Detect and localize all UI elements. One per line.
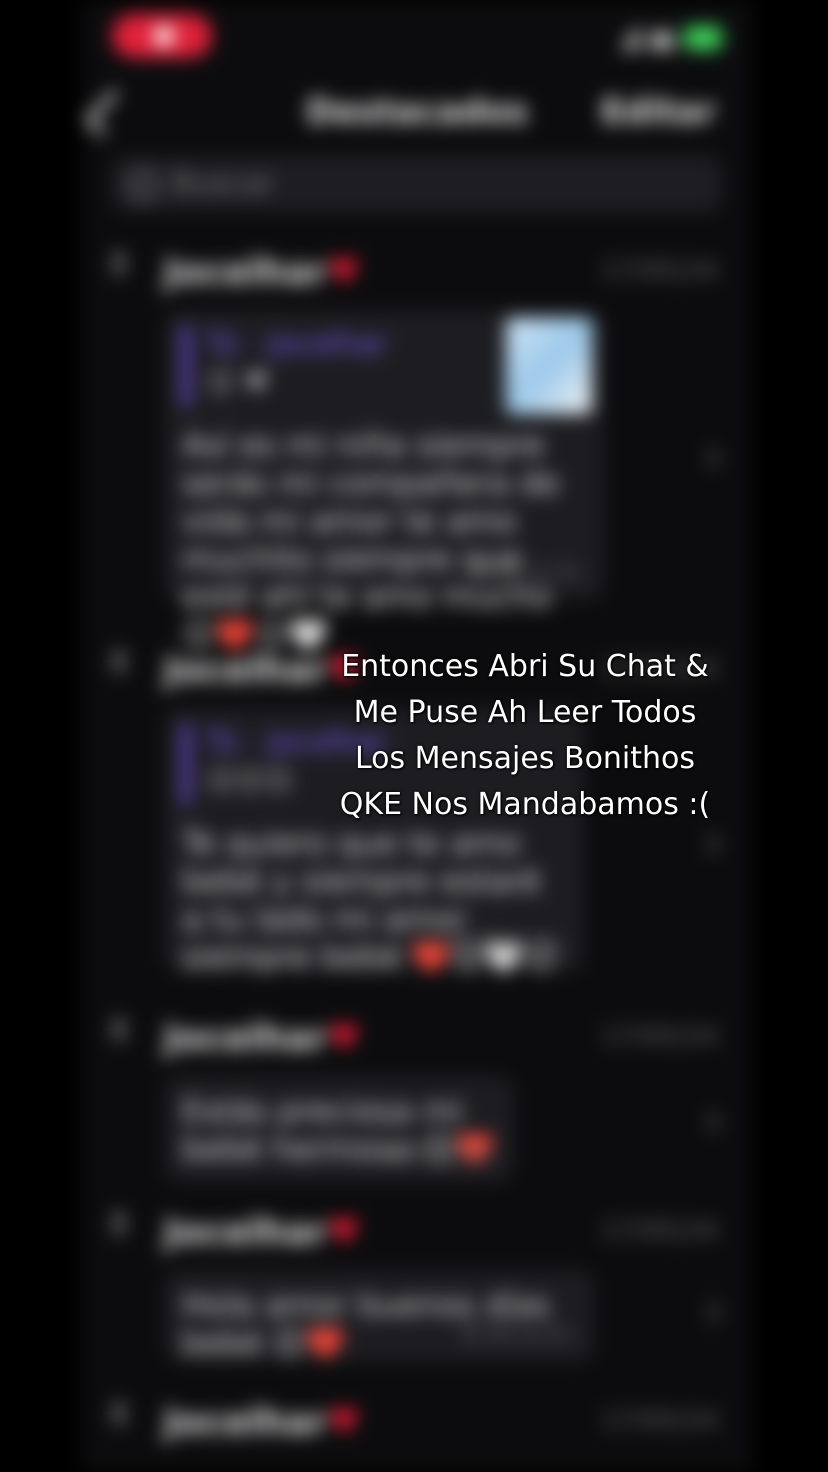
timestamp: 17/05/24 [601,1216,718,1246]
sender-name: Jocelhar [164,1402,328,1443]
heart-icon: ♥ [327,252,361,293]
battery-icon [684,26,722,50]
signal-icon [620,24,640,50]
pin-icon [108,252,130,282]
search-icon [128,169,158,200]
search-placeholder: Buscar [172,166,275,201]
chevron-right-icon [698,1110,722,1134]
message-time: 8:25 p.m. [380,1139,496,1167]
wifi-icon [650,30,674,50]
edit-button[interactable]: Editar [601,92,716,132]
pin-icon [108,1212,130,1242]
caption-line: Los Mensajes Bonithos [354,741,696,776]
message-time: 9:10 a.m. [461,1319,576,1347]
message-text: Así es mi niña siempre serás mi compañer… [182,426,560,654]
sender-name: Jocelhar [164,252,328,293]
heart-icon: ♥ [327,1402,361,1443]
message-time: 8:10 p.m. [470,557,586,585]
reply-thumbnail [506,318,592,414]
message-bubble[interactable]: Tú · Jocelhar 😊 ♥ Así es mi niña siempre… [164,310,604,654]
chevron-right-icon [698,446,722,470]
search-input[interactable]: Buscar [112,156,722,212]
recording-indicator [112,14,212,58]
sender-name: Jocelhar [164,1212,328,1253]
reply-preview: Tú · Jocelhar 😊 ♥ [182,318,592,414]
pin-icon [108,1402,130,1432]
timestamp: 17/05/24 [601,1406,718,1436]
timestamp: 17/05/24 [601,256,718,286]
message-bubble[interactable]: Estás preciosa mi bebé hermosa 😊❤️ 8:25 … [164,1076,514,1182]
heart-icon: ♥ [327,1212,361,1253]
caption-line: Me Puse Ah Leer Todos [353,695,697,730]
chevron-right-icon [698,1300,722,1324]
heart-icon: ♥ [327,1018,361,1059]
caption-line: QKE Nos Mandabamos :( [339,787,711,822]
caption-line: Entonces Abri Su Chat & [341,649,709,684]
timestamp: 17/05/24 [601,1022,718,1052]
chevron-right-icon [698,832,722,856]
status-icons [620,24,722,50]
video-caption: Entonces Abri Su Chat & Me Puse Ah Leer … [290,644,760,828]
message-time: 8:21 p.m. [450,929,566,957]
pin-icon [108,1018,130,1048]
message-bubble[interactable]: Hola amor buenos días bebé 😊❤️ 9:10 a.m. [164,1270,594,1362]
pin-icon [108,650,130,680]
sender-name: Jocelhar [164,1018,328,1059]
